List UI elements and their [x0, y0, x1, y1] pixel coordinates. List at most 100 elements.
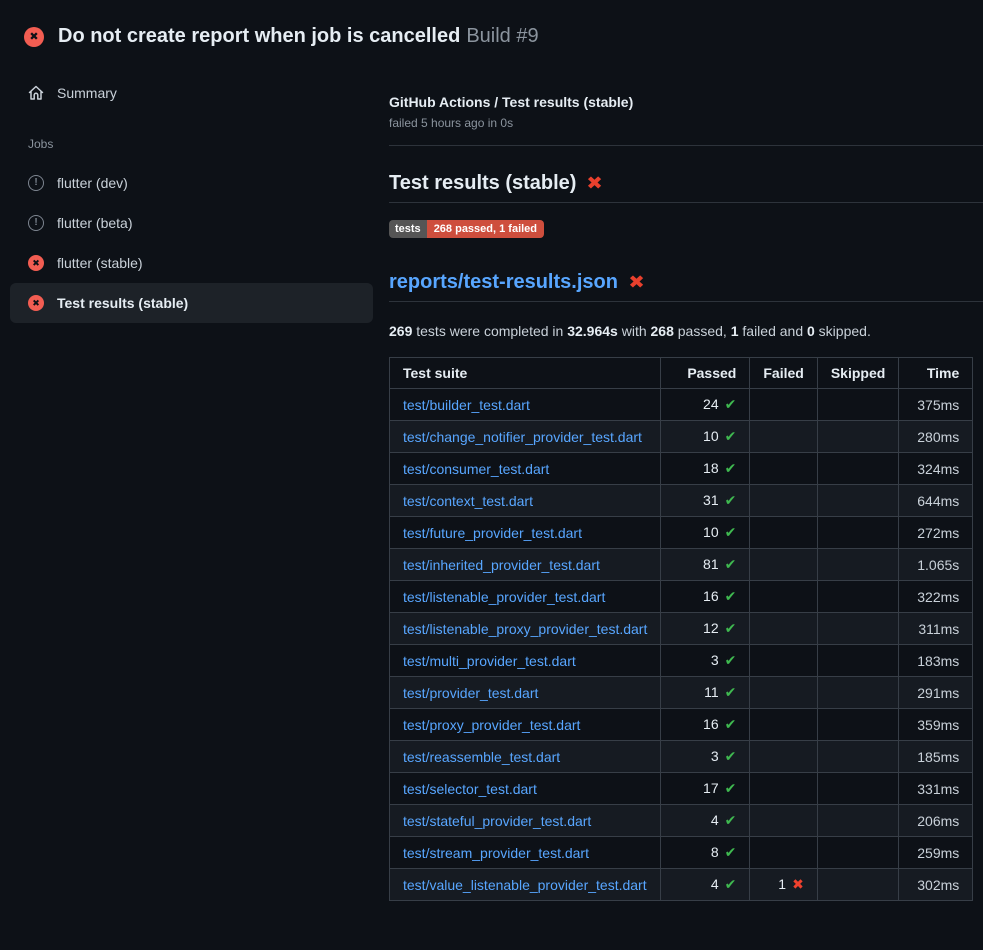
- build-number: Build #9: [466, 25, 538, 47]
- time-cell: 183ms: [899, 645, 973, 677]
- suite-link[interactable]: test/listenable_provider_test.dart: [403, 589, 605, 605]
- check-icon: ✔: [725, 748, 737, 764]
- column-header-time: Time: [899, 358, 973, 389]
- passed-cell: 10 ✔: [661, 517, 750, 549]
- column-header-passed: Passed: [661, 358, 750, 389]
- passed-cell: 4✔: [661, 805, 750, 837]
- suite-link[interactable]: test/context_test.dart: [403, 493, 533, 509]
- count-value: 81: [703, 556, 719, 572]
- jobs-section-label: Jobs: [10, 137, 373, 151]
- summary-segment: 1: [731, 323, 739, 339]
- report-file-link[interactable]: reports/test-results.json: [389, 271, 618, 294]
- suite-cell: test/value_listenable_provider_test.dart: [390, 869, 661, 901]
- table-row: test/future_provider_test.dart10✔272ms: [390, 517, 973, 549]
- count-value: 16: [703, 588, 719, 604]
- suite-link[interactable]: test/provider_test.dart: [403, 685, 538, 701]
- failed-cell: [750, 453, 817, 485]
- count-value: 17: [703, 780, 719, 796]
- suite-link[interactable]: test/builder_test.dart: [403, 397, 530, 413]
- home-icon: [28, 85, 44, 101]
- suite-link[interactable]: test/consumer_test.dart: [403, 461, 549, 477]
- failed-cell: [750, 645, 817, 677]
- test-summary-text: 269 tests were completed in 32.964s with…: [389, 323, 983, 339]
- failed-cell: 1✖: [750, 869, 817, 901]
- check-icon: ✔: [725, 620, 737, 636]
- table-row: test/change_notifier_provider_test.dart 1…: [390, 421, 973, 453]
- passed-cell: 24✔: [661, 389, 750, 421]
- run-status-line: failed 5 hours ago in 0s: [389, 116, 983, 130]
- sidebar-item-label: flutter (stable): [57, 255, 143, 271]
- suite-link[interactable]: test/value_listenable_provider_test.dart: [403, 877, 647, 893]
- table-header-row: Test suitePassedFailedSkippedTime: [390, 358, 973, 389]
- check-icon: ✔: [725, 524, 737, 540]
- alert-circle-icon: !: [28, 215, 44, 231]
- failed-cell: [750, 485, 817, 517]
- table-row: test/stream_provider_test.dart8✔259ms: [390, 837, 973, 869]
- time-cell: 185ms: [899, 741, 973, 773]
- table-row: test/selector_test.dart17✔331ms: [390, 773, 973, 805]
- section-heading: Test results (stable) ✖: [389, 172, 983, 203]
- table-row: test/inherited_provider_test.dart81✔1.06…: [390, 549, 973, 581]
- suite-cell: test/consumer_test.dart: [390, 453, 661, 485]
- passed-cell: 3✔: [661, 645, 750, 677]
- failed-cell: [750, 741, 817, 773]
- sidebar-item-label: Test results (stable): [57, 295, 188, 311]
- suite-cell: test/stream_provider_test.dart: [390, 837, 661, 869]
- suite-link[interactable]: test/future_provider_test.dart: [403, 525, 582, 541]
- passed-cell: 10✔: [661, 421, 750, 453]
- sidebar-item-label: flutter (beta): [57, 215, 132, 231]
- check-icon: ✔: [725, 780, 737, 796]
- summary-segment: skipped.: [815, 323, 871, 339]
- failed-cell: [750, 549, 817, 581]
- jobs-list: !flutter (dev)! flutter (beta) ✖flutter (s…: [10, 163, 373, 323]
- skipped-cell: [817, 709, 898, 741]
- suite-link[interactable]: test/proxy_provider_test.dart: [403, 717, 580, 733]
- sidebar-item-summary[interactable]: Summary: [10, 81, 373, 105]
- x-icon: ✖: [792, 876, 804, 892]
- sidebar-item-flutter-dev[interactable]: !flutter (dev): [10, 163, 373, 203]
- suite-link[interactable]: test/selector_test.dart: [403, 781, 537, 797]
- skipped-cell: [817, 869, 898, 901]
- skipped-cell: [817, 741, 898, 773]
- suite-link[interactable]: test/reassemble_test.dart: [403, 749, 560, 765]
- check-icon: ✔: [725, 492, 737, 508]
- suite-link[interactable]: test/listenable_proxy_provider_test.dart: [403, 621, 647, 637]
- failed-cell: [750, 613, 817, 645]
- count-value: 18: [703, 460, 719, 476]
- time-cell: 206ms: [899, 805, 973, 837]
- passed-cell: 18✔: [661, 453, 750, 485]
- summary-segment: 269: [389, 323, 412, 339]
- suite-cell: test/listenable_provider_test.dart: [390, 581, 661, 613]
- count-value: 3: [711, 748, 719, 764]
- suite-link[interactable]: test/inherited_provider_test.dart: [403, 557, 600, 573]
- skipped-cell: [817, 581, 898, 613]
- skipped-cell: [817, 837, 898, 869]
- sidebar-item-flutter-stable[interactable]: ✖flutter (stable): [10, 243, 373, 283]
- time-cell: 375ms: [899, 389, 973, 421]
- time-cell: 259ms: [899, 837, 973, 869]
- report-heading: reports/test-results.json ✖: [389, 271, 983, 302]
- skipped-cell: [817, 773, 898, 805]
- count-value: 12: [703, 620, 719, 636]
- summary-segment: with: [618, 323, 651, 339]
- sidebar-item-test-results-stable[interactable]: ✖Test results (stable): [10, 283, 373, 323]
- count-value: 8: [711, 844, 719, 860]
- suite-link[interactable]: test/multi_provider_test.dart: [403, 653, 576, 669]
- passed-cell: 8✔: [661, 837, 750, 869]
- table-row: test/builder_test.dart 24✔ 375ms: [390, 389, 973, 421]
- suite-link[interactable]: test/change_notifier_provider_test.dart: [403, 429, 642, 445]
- suite-link[interactable]: test/stateful_provider_test.dart: [403, 813, 591, 829]
- passed-cell: 12 ✔: [661, 613, 750, 645]
- suite-cell: test/stateful_provider_test.dart: [390, 805, 661, 837]
- check-icon: ✔: [725, 428, 737, 444]
- suite-cell: test/proxy_provider_test.dart: [390, 709, 661, 741]
- alert-circle-icon: !: [28, 175, 44, 191]
- count-value: 10: [703, 524, 719, 540]
- check-icon: ✔: [725, 844, 737, 860]
- count-value: 1: [778, 876, 786, 892]
- check-icon: ✔: [725, 652, 737, 668]
- page-title: Do not create report when job is cancell…: [58, 25, 539, 48]
- sidebar-item-flutter-beta[interactable]: ! flutter (beta): [10, 203, 373, 243]
- suite-link[interactable]: test/stream_provider_test.dart: [403, 845, 589, 861]
- summary-segment: tests were completed in: [412, 323, 567, 339]
